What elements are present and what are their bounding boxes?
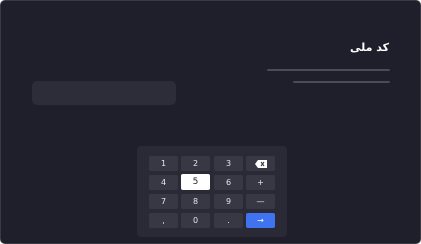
enter-button[interactable]: → <box>246 213 275 228</box>
backspace-icon <box>254 159 267 168</box>
arrow-right-icon: → <box>257 216 264 225</box>
numeric-keypad: 1 2 3 4 5 6 + 7 8 9 — , 0 . → <box>137 146 287 237</box>
key-6[interactable]: 6 <box>214 175 243 190</box>
key-7[interactable]: 7 <box>149 194 178 209</box>
key-8[interactable]: 8 <box>181 194 210 209</box>
national-code-input[interactable] <box>32 81 176 105</box>
page-title: کد ملی <box>349 41 389 54</box>
divider-line <box>267 69 390 71</box>
backspace-button[interactable] <box>246 156 275 171</box>
key-5[interactable]: 5 <box>181 174 210 190</box>
key-comma[interactable]: , <box>149 213 178 228</box>
key-plus[interactable]: + <box>246 175 275 190</box>
key-dot[interactable]: . <box>214 213 243 228</box>
key-4[interactable]: 4 <box>149 175 178 190</box>
key-0[interactable]: 0 <box>181 213 210 228</box>
screen: کد ملی 1 2 3 4 5 6 + 7 8 9 — , 0 . → <box>0 0 421 244</box>
divider-line <box>293 81 390 83</box>
key-1[interactable]: 1 <box>149 156 178 171</box>
key-dash[interactable]: — <box>246 194 275 209</box>
key-2[interactable]: 2 <box>181 156 210 171</box>
key-9[interactable]: 9 <box>214 194 243 209</box>
key-3[interactable]: 3 <box>214 156 243 171</box>
